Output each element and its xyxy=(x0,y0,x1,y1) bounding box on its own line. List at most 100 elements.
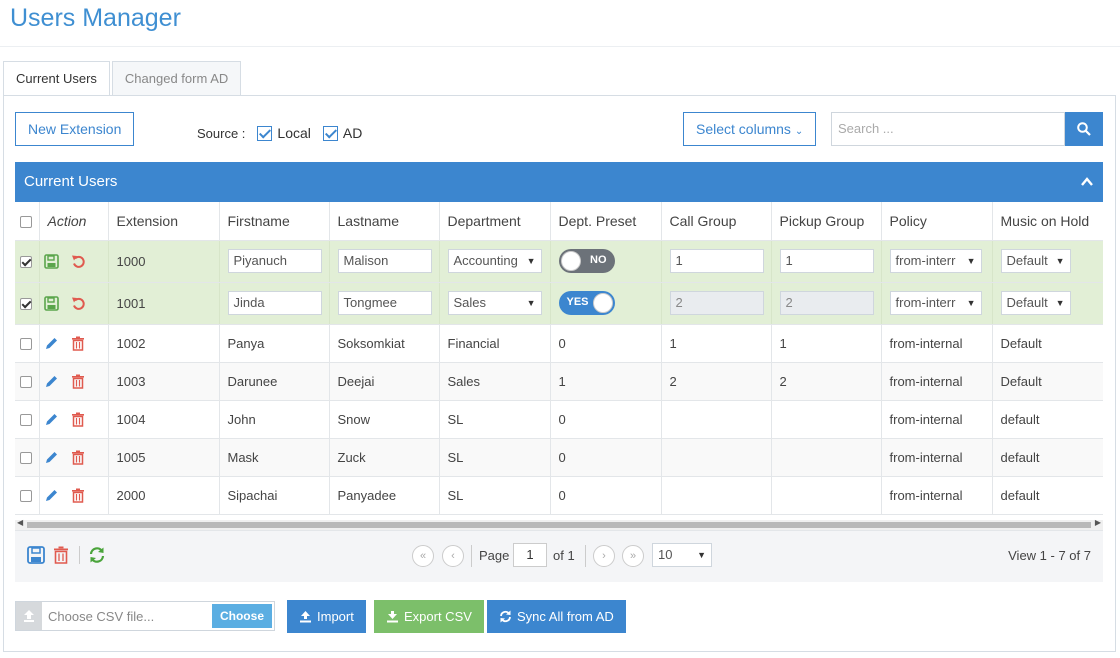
dept-preset-toggle[interactable]: YES xyxy=(558,291,615,315)
row-checkbox[interactable] xyxy=(20,256,32,269)
edit-icon[interactable] xyxy=(44,450,59,465)
col-dept-preset[interactable]: Dept. Preset xyxy=(550,202,662,241)
tab-current-users[interactable]: Current Users xyxy=(3,61,110,97)
undo-icon[interactable] xyxy=(71,296,86,311)
title-divider xyxy=(0,46,1120,47)
import-button[interactable]: Import xyxy=(287,600,366,633)
cell-lastname: Panyadee xyxy=(329,476,440,515)
save-icon[interactable] xyxy=(43,296,59,311)
table-row[interactable]: 2000 Sipachai Panyadee SL 0 from-interna… xyxy=(15,476,1103,515)
trash-icon[interactable] xyxy=(71,412,85,427)
export-csv-button[interactable]: Export CSV xyxy=(374,600,484,633)
call-group-input[interactable]: 1 xyxy=(669,249,764,273)
prev-page-button[interactable]: ‹ xyxy=(442,545,464,567)
trash-icon[interactable] xyxy=(71,336,85,351)
col-department[interactable]: Department xyxy=(439,202,551,241)
lastname-input[interactable]: Tongmee xyxy=(337,291,432,315)
cell-music-on-hold: default xyxy=(992,400,1103,439)
col-extension[interactable]: Extension xyxy=(108,202,220,241)
row-checkbox[interactable] xyxy=(20,490,32,503)
lastname-input[interactable]: Malison xyxy=(337,249,432,273)
trash-icon[interactable] xyxy=(71,374,85,389)
users-grid: Action Extension Firstname Lastname Depa… xyxy=(15,202,1103,520)
pickup-group-input: 2 xyxy=(779,291,874,315)
source-ad-checkbox[interactable] xyxy=(322,125,338,141)
page-title: Users Manager xyxy=(10,4,181,32)
row-checkbox[interactable] xyxy=(20,338,32,351)
col-pickup-group[interactable]: Pickup Group xyxy=(771,202,882,241)
search-input[interactable]: Search ... xyxy=(831,112,1065,146)
row-checkbox[interactable] xyxy=(20,414,32,427)
cell-music-on-hold: Default xyxy=(992,362,1103,401)
moh-select[interactable]: Default ▼ xyxy=(1000,291,1071,315)
page-number-input[interactable]: 1 xyxy=(513,543,547,567)
tab-changed-from-ad[interactable]: Changed form AD xyxy=(111,61,242,96)
new-extension-button[interactable]: New Extension xyxy=(15,112,135,146)
grid-title: Current Users xyxy=(24,173,118,190)
moh-select[interactable]: Default ▼ xyxy=(1000,249,1071,273)
trash-icon[interactable] xyxy=(53,546,69,564)
row-checkbox[interactable] xyxy=(20,376,32,389)
trash-icon[interactable] xyxy=(71,450,85,465)
firstname-input[interactable]: Piyanuch xyxy=(227,249,322,273)
select-columns-button[interactable]: Select columns ⌄ xyxy=(683,112,817,146)
table-row-editing[interactable]: 1001 Jinda Tongmee Sales ▼ YES 2 2 from-i… xyxy=(15,282,1103,325)
row-checkbox[interactable] xyxy=(20,452,32,465)
table-row[interactable]: 1003 Darunee Deejai Sales 1 2 2 from-int… xyxy=(15,362,1103,401)
source-label: Source : xyxy=(197,125,246,141)
refresh-icon[interactable] xyxy=(88,546,106,564)
firstname-input[interactable]: Jinda xyxy=(227,291,322,315)
choose-file-button[interactable]: Choose xyxy=(211,604,272,628)
edit-icon[interactable] xyxy=(44,412,59,427)
scroll-left-arrow-icon[interactable]: ◀ xyxy=(17,518,23,527)
select-all-checkbox[interactable] xyxy=(20,216,32,229)
table-row-editing[interactable]: 1000 Piyanuch Malison Accounting ▼ NO 1 1… xyxy=(15,240,1103,283)
source-local-checkbox[interactable] xyxy=(257,125,273,141)
save-icon[interactable] xyxy=(27,546,45,564)
page-count-label: of 1 xyxy=(553,548,575,563)
next-page-button[interactable]: › xyxy=(593,545,615,567)
grid-pager: « ‹ Page 1 of 1 › » 10 ▼ View 1 - 7 of 7 xyxy=(15,530,1103,582)
policy-select[interactable]: from-interr ▼ xyxy=(889,291,982,315)
edit-icon[interactable] xyxy=(44,374,59,389)
caret-down-icon: ▼ xyxy=(966,298,976,308)
row-checkbox[interactable] xyxy=(20,298,32,311)
first-page-button[interactable]: « xyxy=(412,545,434,567)
scrollbar-thumb[interactable] xyxy=(27,522,1091,528)
cell-call-group xyxy=(661,438,772,477)
chevron-up-icon[interactable] xyxy=(1081,177,1093,186)
cell-policy: from-internal xyxy=(881,400,993,439)
pickup-group-input[interactable]: 1 xyxy=(779,249,874,273)
horizontal-scrollbar[interactable]: ◀ ▶ xyxy=(15,518,1103,530)
edit-icon[interactable] xyxy=(44,488,59,503)
sync-ad-label: Sync All from AD xyxy=(517,609,614,624)
undo-icon[interactable] xyxy=(71,254,86,269)
department-select[interactable]: Sales ▼ xyxy=(447,291,542,315)
page-size-select[interactable]: 10 ▼ xyxy=(652,543,712,567)
page-label: Page xyxy=(479,548,510,563)
trash-icon[interactable] xyxy=(71,488,85,503)
dept-preset-toggle[interactable]: NO xyxy=(558,249,615,273)
table-row[interactable]: 1005 Mask Zuck SL 0 from-internal defaul… xyxy=(15,438,1103,477)
col-firstname[interactable]: Firstname xyxy=(219,202,330,241)
call-group-input: 2 xyxy=(669,291,764,315)
table-row[interactable]: 1002 Panya Soksomkiat Financial 0 1 1 fr… xyxy=(15,324,1103,363)
col-music-on-hold[interactable]: Music on Hold xyxy=(992,202,1103,241)
cell-policy: from-internal xyxy=(881,324,993,363)
table-row[interactable]: 1004 John Snow SL 0 from-internal defaul… xyxy=(15,400,1103,439)
col-policy[interactable]: Policy xyxy=(881,202,993,241)
cell-policy: from-internal xyxy=(881,476,993,515)
csv-file-input[interactable]: Choose CSV file... Choose xyxy=(15,601,275,631)
policy-select[interactable]: from-interr ▼ xyxy=(889,249,982,273)
last-page-button[interactable]: » xyxy=(622,545,644,567)
col-lastname[interactable]: Lastname xyxy=(329,202,440,241)
search-button[interactable] xyxy=(1065,112,1103,146)
cell-extension: 1002 xyxy=(108,324,220,363)
edit-icon[interactable] xyxy=(44,336,59,351)
scroll-right-arrow-icon[interactable]: ▶ xyxy=(1095,518,1101,527)
sync-ad-button[interactable]: Sync All from AD xyxy=(487,600,626,633)
save-icon[interactable] xyxy=(43,254,59,269)
department-select[interactable]: Accounting ▼ xyxy=(447,249,542,273)
upload-icon xyxy=(300,611,311,623)
col-call-group[interactable]: Call Group xyxy=(661,202,772,241)
